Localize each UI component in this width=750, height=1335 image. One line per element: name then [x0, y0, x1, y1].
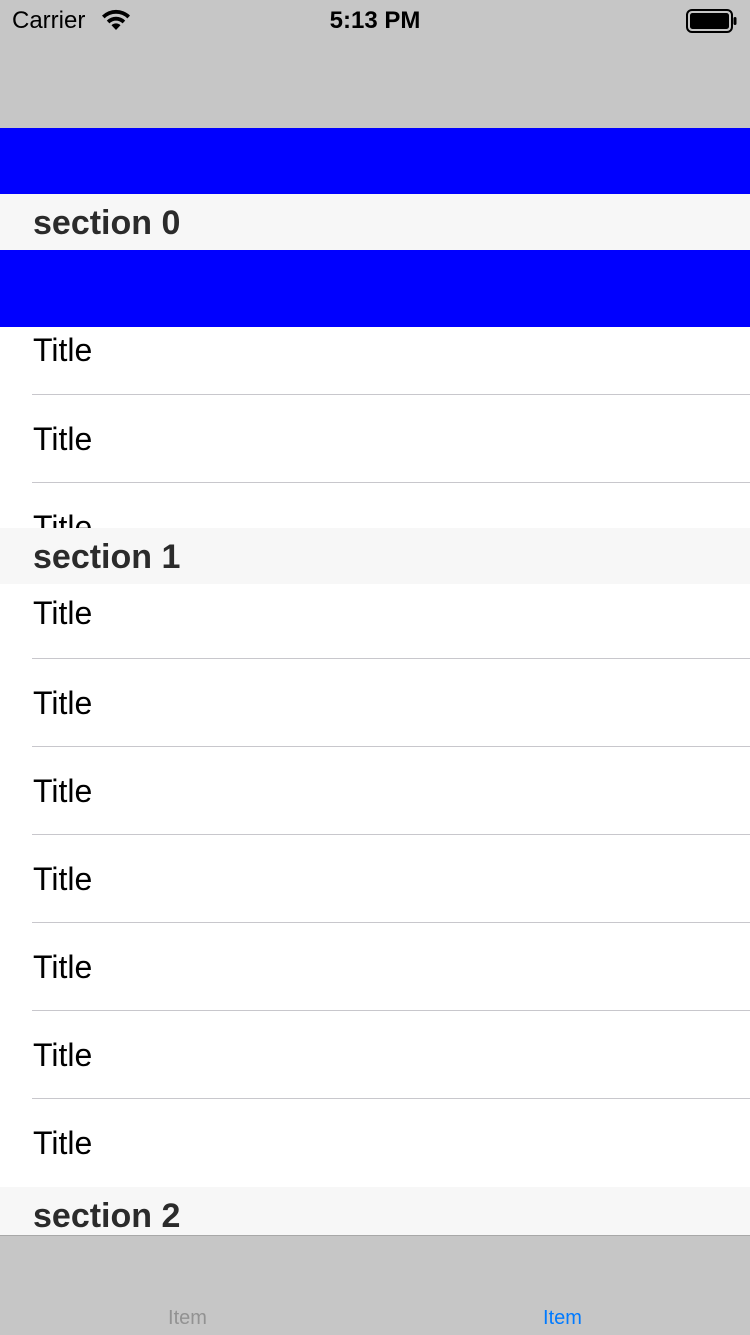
row-title: Title [33, 949, 93, 985]
section-header-1: section 1 [0, 528, 750, 584]
table-row[interactable]: Title [0, 923, 750, 1011]
section-header-0: section 0 [0, 194, 750, 250]
battery-icon [686, 9, 738, 33]
section-header-2: section 2 [0, 1187, 750, 1236]
tab-item-label: Item [168, 1307, 207, 1329]
section-header-label: section 1 [33, 538, 181, 576]
row-title: Title [33, 421, 93, 457]
tab-bar: Item Item [0, 1235, 750, 1335]
row-title: Title [33, 773, 93, 809]
table-row[interactable]: Title [0, 395, 750, 483]
table-row[interactable]: Title [0, 659, 750, 747]
table-view[interactable]: section 0 Title Title Title section 1 Ti… [0, 128, 750, 1236]
row-title: Title [33, 1037, 93, 1073]
tab-item-2[interactable]: Item [375, 1236, 750, 1335]
section-header-label: section 2 [33, 1197, 181, 1235]
table-row[interactable]: Title [0, 747, 750, 835]
table-header-band [0, 128, 750, 194]
table-row[interactable]: Title [0, 1099, 750, 1187]
table-row[interactable]: Title [0, 483, 750, 528]
navigation-bar: Carrier 5:13 PM [0, 0, 750, 128]
row-title: Title [33, 509, 93, 528]
row-title: Title [33, 332, 93, 368]
tab-item-label: Item [543, 1307, 582, 1329]
section-0-rows: Title Title Title [0, 327, 750, 528]
tab-item-1[interactable]: Item [0, 1236, 375, 1335]
section-header-band [0, 250, 750, 327]
row-title: Title [33, 595, 93, 631]
table-row[interactable]: Title [0, 1011, 750, 1099]
table-row[interactable]: Title [0, 584, 750, 657]
table-row[interactable]: Title [0, 327, 750, 394]
row-title: Title [33, 861, 93, 897]
table-row[interactable]: Title [0, 835, 750, 923]
section-1-rows: Title Title Title Title Title Title Titl… [0, 584, 750, 1187]
row-title: Title [33, 1125, 93, 1161]
section-header-label: section 0 [33, 204, 181, 242]
status-time: 5:13 PM [329, 7, 421, 34]
row-title: Title [33, 685, 93, 721]
